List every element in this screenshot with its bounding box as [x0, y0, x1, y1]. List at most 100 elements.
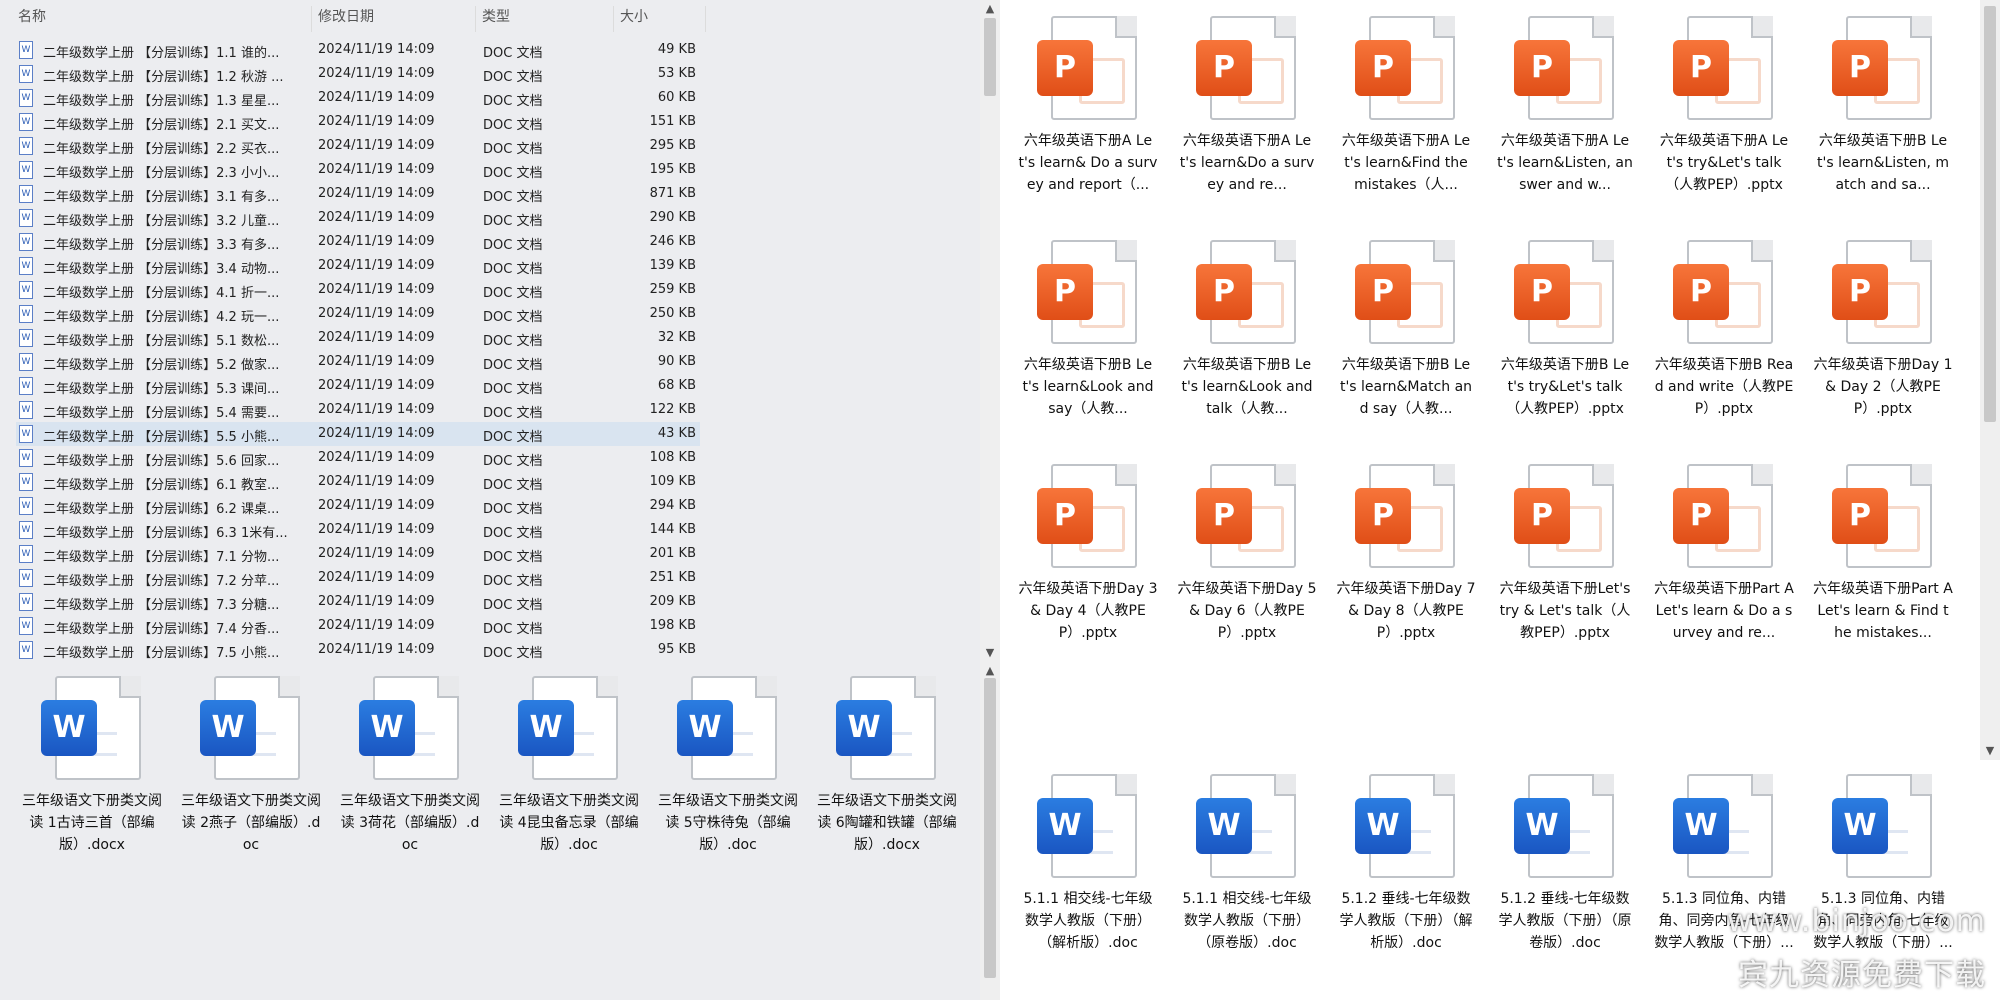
file-row[interactable]: W 二年级数学上册 【分层训练】7.4 分香... 2024/11/19 14:09… — [16, 614, 700, 638]
scroll-down-arrow-icon[interactable]: ▼ — [1980, 744, 2000, 757]
doc-file-tile[interactable]: W 三年级语文下册类文阅读 1古诗三首（部编版）.docx — [22, 676, 162, 856]
page-fold-icon — [1433, 240, 1455, 262]
column-header-size[interactable]: 大小 — [614, 6, 706, 32]
file-row[interactable]: W 二年级数学上册 【分层训练】5.2 做家... 2024/11/19 14:09… — [16, 350, 700, 374]
doc-file-tile[interactable]: W 三年级语文下册类文阅读 4昆虫备忘录（部编版）.doc — [499, 676, 639, 856]
file-label: 六年级英语下册B Let's try&Let's talk（人教PEP）.ppt… — [1500, 357, 1630, 417]
left-top-scrollbar[interactable]: ▲ ▼ — [980, 0, 1000, 662]
ppt-badge-icon: P — [1514, 488, 1570, 544]
scroll-down-arrow-icon[interactable]: ▼ — [980, 646, 1000, 659]
file-label: 六年级英语下册Day 3 & Day 4（人教PEP）.pptx — [1018, 581, 1158, 641]
doc-file-tile[interactable]: W 三年级语文下册类文阅读 5守株待兔（部编版）.doc — [658, 676, 798, 856]
pptx-file-tile[interactable]: P 六年级英语下册Part A Let's learn & Do a survey… — [1654, 464, 1794, 644]
word-file-icon: W — [19, 377, 33, 395]
pptx-file-tile[interactable]: P 六年级英语下册B Let's try&Let's talk（人教PEP）.pp… — [1495, 240, 1635, 420]
pptx-file-tile[interactable]: P 六年级英语下册B Let's learn&Match and say（人教..… — [1336, 240, 1476, 420]
page-fold-icon — [278, 676, 300, 698]
pptx-file-tile[interactable]: P 六年级英语下册Day 7 & Day 8（人教PEP）.pptx — [1336, 464, 1476, 644]
pptx-file-tile[interactable]: P 六年级英语下册A Let's try&Let's talk（人教PEP）.pp… — [1654, 16, 1794, 196]
file-row[interactable]: W 二年级数学上册 【分层训练】5.3 课间... 2024/11/19 14:09… — [16, 374, 700, 398]
file-row[interactable]: W 二年级数学上册 【分层训练】3.1 有多... 2024/11/19 14:09… — [16, 182, 700, 206]
doc-file-tile[interactable]: W 5.1.2 垂线-七年级数学人教版（下册）（解析版）.doc — [1336, 774, 1476, 954]
page-fold-icon — [1751, 464, 1773, 486]
file-row[interactable]: W 二年级数学上册 【分层训练】7.5 小熊... 2024/11/19 14:09… — [16, 638, 700, 662]
file-row[interactable]: W 二年级数学上册 【分层训练】3.3 有多... 2024/11/19 14:09… — [16, 230, 700, 254]
word-file-icon: W — [19, 137, 33, 155]
file-row[interactable]: W 二年级数学上册 【分层训练】6.2 课桌... 2024/11/19 14:09… — [16, 494, 700, 518]
file-label: 5.1.1 相交线-七年级数学人教版（下册）（解析版）.doc — [1023, 891, 1153, 951]
left-bottom-scrollbar[interactable]: ▲ — [980, 662, 1000, 1000]
pptx-file-tile[interactable]: P 六年级英语下册A Let's learn&Listen, answer and… — [1495, 16, 1635, 196]
doc-file-tile[interactable]: W 三年级语文下册类文阅读 3荷花（部编版）.doc — [340, 676, 480, 856]
file-row[interactable]: W 二年级数学上册 【分层训练】2.1 买文... 2024/11/19 14:09… — [16, 110, 700, 134]
scrollbar-thumb[interactable] — [1984, 6, 1996, 422]
file-label: 三年级语文下册类文阅读 6陶罐和铁罐（部编版）.docx — [817, 793, 957, 853]
pptx-file-tile[interactable]: P 六年级英语下册Let's try & Let's talk（人教PEP）.pp… — [1495, 464, 1635, 644]
file-size: 151 KB — [649, 114, 696, 129]
scroll-up-arrow-icon[interactable]: ▲ — [980, 2, 1000, 15]
file-row[interactable]: W 二年级数学上册 【分层训练】6.3 1米有... 2024/11/19 14:0… — [16, 518, 700, 542]
file-type: DOC 文档 — [483, 358, 543, 373]
file-name: 二年级数学上册 【分层训练】7.4 分香... — [43, 622, 280, 637]
pptx-file-tile[interactable]: P 六年级英语下册Day 1 & Day 2（人教PEP）.pptx — [1813, 240, 1953, 420]
page-fold-icon — [1910, 240, 1932, 262]
file-row[interactable]: W 二年级数学上册 【分层训练】1.2 秋游 ... 2024/11/19 14:0… — [16, 62, 700, 86]
file-row[interactable]: W 二年级数学上册 【分层训练】4.1 折一... 2024/11/19 14:09… — [16, 278, 700, 302]
doc-file-tile[interactable]: W 5.1.1 相交线-七年级数学人教版（下册）（解析版）.doc — [1018, 774, 1158, 954]
scroll-up-arrow-icon[interactable]: ▲ — [980, 664, 1000, 677]
pptx-file-tile[interactable]: P 六年级英语下册B Let's learn&Listen, match and … — [1813, 16, 1953, 196]
file-row[interactable]: W 二年级数学上册 【分层训练】2.3 小小... 2024/11/19 14:09… — [16, 158, 700, 182]
doc-file-tile[interactable]: W 5.1.1 相交线-七年级数学人教版（下册）（原卷版）.doc — [1177, 774, 1317, 954]
file-name: 二年级数学上册 【分层训练】3.4 动物... — [43, 262, 280, 277]
pptx-file-tile[interactable]: P 六年级英语下册A Let's learn&Do a survey and re… — [1177, 16, 1317, 196]
file-row[interactable]: W 二年级数学上册 【分层训练】6.1 教室... 2024/11/19 14:09… — [16, 470, 700, 494]
file-date: 2024/11/19 14:09 — [318, 522, 435, 537]
powerpoint-file-icon: P — [1351, 464, 1461, 572]
file-row[interactable]: W 二年级数学上册 【分层训练】3.4 动物... 2024/11/19 14:09… — [16, 254, 700, 278]
file-size: 43 KB — [657, 426, 696, 441]
pptx-file-tile[interactable]: P 六年级英语下册A Let's learn& Do a survey and r… — [1018, 16, 1158, 196]
file-row[interactable]: W 二年级数学上册 【分层训练】7.3 分糖... 2024/11/19 14:09… — [16, 590, 700, 614]
scrollbar-thumb[interactable] — [984, 678, 996, 978]
column-header-date[interactable]: 修改日期 — [312, 6, 476, 32]
pptx-file-tile[interactable]: P 六年级英语下册Day 5 & Day 6（人教PEP）.pptx — [1177, 464, 1317, 644]
file-row[interactable]: W 二年级数学上册 【分层训练】5.6 回家... 2024/11/19 14:09… — [16, 446, 700, 470]
file-row[interactable]: W 二年级数学上册 【分层训练】4.2 玩一... 2024/11/19 14:09… — [16, 302, 700, 326]
column-header-type[interactable]: 类型 — [476, 6, 614, 32]
file-label: 三年级语文下册类文阅读 2燕子（部编版）.doc — [181, 793, 321, 853]
file-row[interactable]: W 二年级数学上册 【分层训练】5.4 需要... 2024/11/19 14:09… — [16, 398, 700, 422]
file-row[interactable]: W 二年级数学上册 【分层训练】7.2 分苹... 2024/11/19 14:09… — [16, 566, 700, 590]
column-header-name[interactable]: 名称 — [12, 6, 312, 32]
file-row[interactable]: W 二年级数学上册 【分层训练】2.2 买衣... 2024/11/19 14:09… — [16, 134, 700, 158]
file-row[interactable]: W 二年级数学上册 【分层训练】1.1 谁的... 2024/11/19 14:09… — [16, 38, 700, 62]
powerpoint-file-icon: P — [1510, 240, 1620, 348]
word-file-icon: W — [1192, 774, 1302, 882]
pptx-file-tile[interactable]: P 六年级英语下册B Let's learn&Look and say（人教... — [1018, 240, 1158, 420]
file-row[interactable]: W 二年级数学上册 【分层训练】1.3 星星... 2024/11/19 14:09… — [16, 86, 700, 110]
file-row[interactable]: W 二年级数学上册 【分层训练】3.2 儿童... 2024/11/19 14:09… — [16, 206, 700, 230]
file-row[interactable]: W 二年级数学上册 【分层训练】5.5 小熊... 2024/11/19 14:09… — [16, 422, 700, 446]
sort-chevron-icon[interactable]: ^ — [158, 0, 166, 7]
powerpoint-file-icon: P — [1510, 464, 1620, 572]
pptx-file-tile[interactable]: P 六年级英语下册Day 3 & Day 4（人教PEP）.pptx — [1018, 464, 1158, 644]
word-file-icon: W — [355, 676, 465, 784]
file-size: 209 KB — [649, 594, 696, 609]
page-fold-icon — [1592, 464, 1614, 486]
pptx-file-tile[interactable]: P 六年级英语下册B Let's learn&Look and talk（人教..… — [1177, 240, 1317, 420]
word-file-icon: W — [19, 161, 33, 179]
file-type: DOC 文档 — [483, 118, 543, 133]
file-row[interactable]: W 二年级数学上册 【分层训练】5.1 数松... 2024/11/19 14:09… — [16, 326, 700, 350]
word-file-icon: W — [19, 257, 33, 275]
pptx-file-tile[interactable]: P 六年级英语下册B Read and write（人教PEP）.pptx — [1654, 240, 1794, 420]
pptx-file-tile[interactable]: P 六年级英语下册A Let's learn&Find the mistakes（… — [1336, 16, 1476, 196]
doc-file-tile[interactable]: W 三年级语文下册类文阅读 6陶罐和铁罐（部编版）.docx — [817, 676, 957, 856]
file-label: 三年级语文下册类文阅读 3荷花（部编版）.doc — [340, 793, 480, 853]
doc-file-tile[interactable]: W 5.1.2 垂线-七年级数学人教版（下册）（原卷版）.doc — [1495, 774, 1635, 954]
scrollbar-thumb[interactable] — [984, 18, 996, 96]
file-size: 32 KB — [657, 330, 696, 345]
doc-file-tile[interactable]: W 三年级语文下册类文阅读 2燕子（部编版）.doc — [181, 676, 321, 856]
pptx-file-tile[interactable]: P 六年级英语下册Part A Let's learn & Find the mi… — [1813, 464, 1953, 644]
file-row[interactable]: W 二年级数学上册 【分层训练】7.1 分物... 2024/11/19 14:09… — [16, 542, 700, 566]
file-label: 5.1.1 相交线-七年级数学人教版（下册）（原卷版）.doc — [1182, 891, 1312, 951]
right-top-scrollbar[interactable]: ▼ — [1980, 0, 2000, 760]
